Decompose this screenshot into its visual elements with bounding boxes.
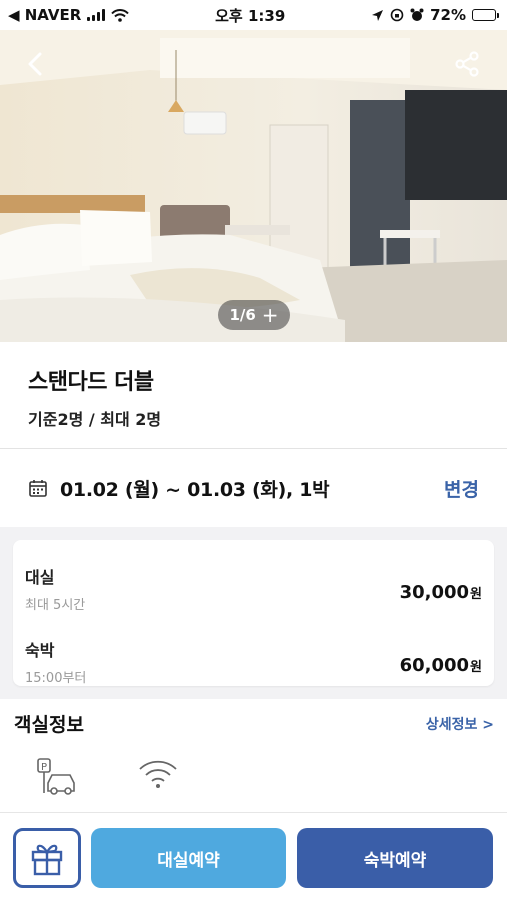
clock: 오후 1:39 xyxy=(215,6,286,25)
price-section: 대실 최대 5시간 30,000원 숙박 15:00부터 60,000원 xyxy=(0,527,507,699)
price-card: 대실 최대 5시간 30,000원 숙박 15:00부터 60,000원 xyxy=(13,540,494,686)
photo-counter-plus: + xyxy=(261,303,279,327)
cellular-signal-icon xyxy=(87,9,106,21)
booking-date-range: 01.02 (월) ~ 01.03 (화), 1박 xyxy=(60,478,330,501)
calendar-icon xyxy=(29,480,47,497)
stay-booking-button[interactable]: 숙박예약 xyxy=(297,828,493,888)
photo-counter-text: 1/6 xyxy=(229,306,256,324)
price-item-sub: 최대 5시간 xyxy=(25,598,86,613)
battery-icon xyxy=(471,9,499,21)
room-title-block: 스탠다드 더블 기준2명 / 최대 2명 xyxy=(0,342,507,448)
wifi-status-icon xyxy=(111,8,130,22)
parking-icon: P xyxy=(37,758,75,795)
photo-counter[interactable]: 1/6 + xyxy=(218,300,290,330)
rotation-lock-icon xyxy=(390,8,404,22)
price-value: 30,000원 xyxy=(399,582,482,603)
price-item-name: 대실 xyxy=(25,568,55,587)
room-info-title: 객실정보 xyxy=(14,714,84,736)
change-date-button[interactable]: 변경 xyxy=(444,475,479,502)
bottom-action-bar: 대실예약 숙박예약 xyxy=(0,812,507,900)
back-to-app-link[interactable]: ◀ NAVER xyxy=(8,6,81,24)
room-photo-carousel[interactable]: 1/6 + xyxy=(0,30,507,342)
price-item-rent[interactable]: 대실 최대 5시간 30,000원 xyxy=(13,540,494,613)
battery-percent: 72% xyxy=(430,6,466,24)
price-item-name: 숙박 xyxy=(25,641,55,660)
rent-booking-button[interactable]: 대실예약 xyxy=(91,828,286,888)
svg-text:P: P xyxy=(41,762,47,773)
gift-button[interactable] xyxy=(13,828,81,888)
price-item-sub: 15:00부터 xyxy=(25,671,87,686)
share-icon[interactable] xyxy=(451,48,483,80)
room-info-header: 객실정보 상세정보 > xyxy=(14,710,494,737)
status-bar: ◀ NAVER 오후 1:39 72% xyxy=(0,0,507,30)
booking-date-row: 01.02 (월) ~ 01.03 (화), 1박 변경 xyxy=(0,449,507,527)
room-name: 스탠다드 더블 xyxy=(28,370,154,395)
room-photo xyxy=(0,30,507,342)
price-value: 60,000원 xyxy=(399,655,482,676)
wifi-icon xyxy=(139,760,177,788)
gift-icon xyxy=(31,844,63,876)
room-occupancy: 기준2명 / 최대 2명 xyxy=(28,410,162,429)
price-item-stay[interactable]: 숙박 15:00부터 60,000원 xyxy=(13,613,494,686)
location-arrow-icon xyxy=(372,9,384,21)
back-chevron-icon[interactable] xyxy=(20,48,52,80)
detail-info-link[interactable]: 상세정보 > xyxy=(426,714,494,734)
alarm-icon xyxy=(410,8,424,21)
